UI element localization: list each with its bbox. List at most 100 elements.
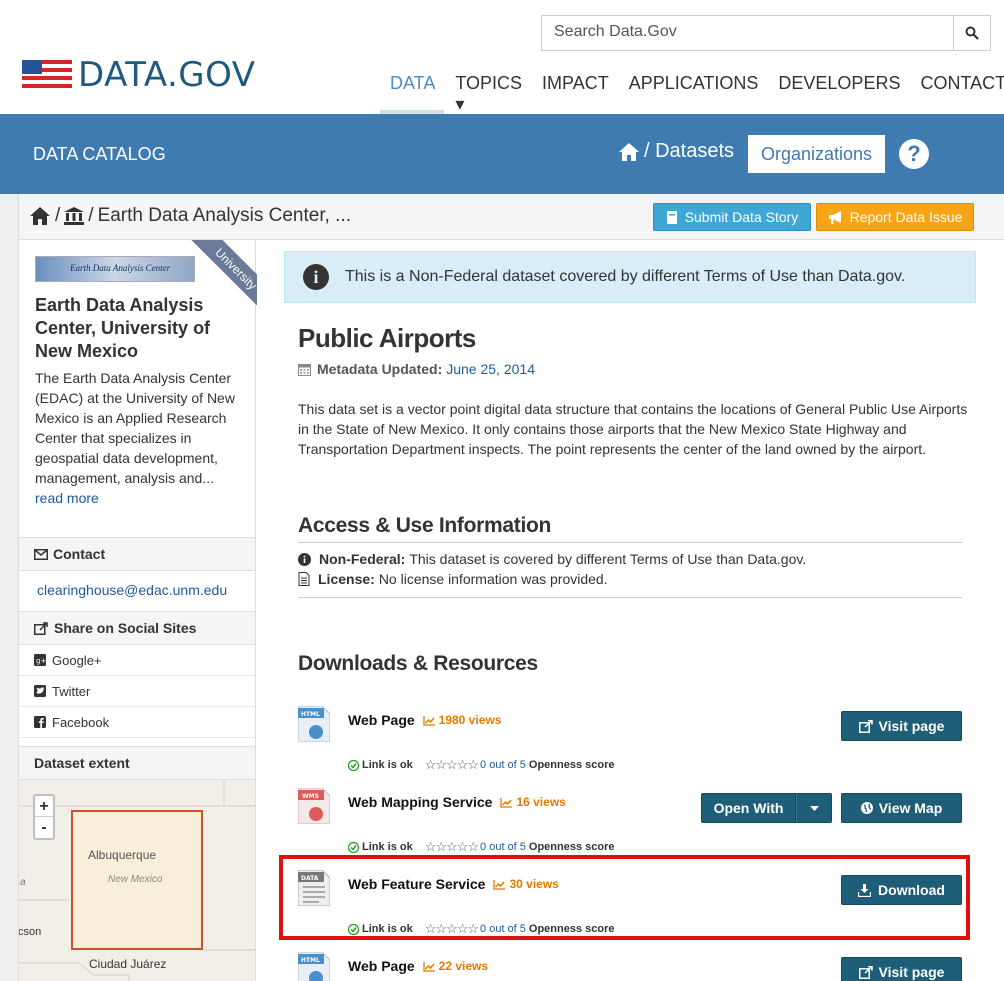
link-status: Link is ok [362, 841, 413, 853]
html-format-icon: HTML [298, 952, 330, 981]
notice-text: This is a Non-Federal dataset covered by… [345, 268, 906, 285]
non-federal-text: This dataset is covered by different Ter… [409, 551, 807, 567]
contact-heading-label: Contact [53, 546, 106, 562]
map-label-ciudad-juarez: Ciudad Juárez [89, 957, 167, 971]
view-map-label: View Map [878, 800, 943, 816]
svg-text:WMS: WMS [302, 793, 319, 800]
breadcrumb-org[interactable]: Earth Data Analysis Center, ... [98, 205, 351, 227]
map-label-albuquerque: Albuquerque [88, 848, 157, 862]
contact-email-link[interactable]: clearinghouse@edac.unm.edu [37, 582, 227, 598]
nav-data[interactable]: DATA [390, 73, 435, 115]
search-input[interactable]: Search Data.Gov [541, 15, 954, 51]
contact-heading: Contact [19, 537, 255, 571]
resource-title[interactable]: Web Page 22 views [348, 958, 488, 974]
dataset-extent-map[interactable]: Albuquerque New Mexico Ciudad Juárez cso… [19, 780, 255, 981]
access-use-heading: Access & Use Information [298, 514, 552, 537]
nav-developers[interactable]: DEVELOPERS [778, 73, 900, 115]
nav-applications[interactable]: APPLICATIONS [629, 73, 759, 115]
visit-page-label: Visit page [878, 718, 945, 734]
zoom-in-button[interactable]: + [35, 796, 53, 817]
googleplus-icon: g+ [34, 654, 46, 666]
datasets-link[interactable]: / Datasets [644, 140, 734, 163]
share-googleplus[interactable]: g+ Google+ [19, 645, 255, 676]
share-icon [34, 621, 48, 635]
resource-status: Link is ok ☆☆☆☆☆ 0 out of 5 Openness sco… [348, 757, 615, 773]
map-label-fragment: a [20, 877, 26, 888]
check-circle-icon [348, 841, 359, 853]
breadcrumb-sep: / [88, 205, 94, 226]
resource-title[interactable]: Web Page 1980 views [348, 712, 501, 728]
datagov-logo[interactable]: DATA.GOV [22, 58, 256, 92]
divider [298, 542, 962, 543]
read-more-link[interactable]: read more [35, 490, 99, 506]
breadcrumb-sep: / [55, 205, 61, 226]
metadata-updated: Metadata Updated: June 25, 2014 [298, 361, 535, 377]
bullhorn-icon [828, 210, 841, 224]
sidebar: Earth Data Analysis Center University Ea… [18, 240, 257, 981]
external-link-icon [858, 719, 873, 733]
submit-data-story-button[interactable]: Submit Data Story [653, 203, 811, 231]
breadcrumb: / / Earth Data Analysis Center, ... [29, 205, 351, 227]
file-icon [298, 572, 310, 586]
openness-stars: ☆☆☆☆☆ [424, 757, 479, 772]
nav-impact[interactable]: IMPACT [542, 73, 609, 115]
share-heading: Share on Social Sites [19, 611, 255, 645]
resource-title-text: Web Page [348, 712, 415, 728]
share-twitter[interactable]: Twitter [19, 676, 255, 707]
organization-name[interactable]: Earth Data Analysis Center, University o… [35, 294, 249, 363]
dataset-extent-heading: Dataset extent [19, 746, 255, 780]
view-map-button[interactable]: View Map [841, 793, 962, 823]
facebook-label: Facebook [52, 714, 110, 730]
visit-page-button[interactable]: Visit page [841, 711, 962, 741]
info-icon [298, 552, 311, 566]
home-icon[interactable] [29, 206, 51, 226]
logo-text: DATA.GOV [78, 55, 256, 95]
page-title: Public Airports [298, 323, 476, 353]
envelope-icon [34, 548, 48, 560]
report-data-issue-button[interactable]: Report Data Issue [816, 203, 974, 231]
nav-topics[interactable]: TOPICS ▾ [455, 73, 522, 115]
openness-label: Openness score [528, 841, 615, 853]
organization-logo[interactable]: Earth Data Analysis Center [35, 256, 195, 282]
link-status: Link is ok [362, 759, 413, 771]
trend-icon [500, 797, 513, 808]
open-with-button[interactable]: Open With [701, 793, 796, 823]
site-header: Search Data.Gov DATA.GOV DATA TOPICS ▾ I… [0, 0, 1004, 114]
highlight-box [279, 855, 970, 940]
institution-icon[interactable] [64, 207, 85, 225]
wms-format-icon: WMS [298, 788, 330, 824]
organization-description: The Earth Data Analysis Center (EDAC) at… [35, 368, 245, 508]
breadcrumb-bar: / / Earth Data Analysis Center, ... Subm… [18, 194, 1004, 240]
external-link-icon [858, 965, 873, 979]
map-label-tucson: cson [19, 926, 42, 938]
main-nav: DATA TOPICS ▾ IMPACT APPLICATIONS DEVELO… [380, 73, 1004, 115]
html-format-icon: HTML [298, 706, 330, 742]
twitter-label: Twitter [52, 683, 91, 699]
dataset-description: This data set is a vector point digital … [298, 401, 968, 457]
non-federal-notice: i This is a Non-Federal dataset covered … [284, 251, 976, 303]
help-icon[interactable]: ? [899, 139, 929, 169]
share-facebook[interactable]: Facebook [19, 707, 255, 738]
catalog-title[interactable]: DATA CATALOG [33, 144, 166, 165]
divider [298, 597, 962, 598]
book-icon [666, 210, 677, 224]
zoom-out-button[interactable]: - [35, 817, 53, 838]
organizations-button[interactable]: Organizations [748, 135, 885, 173]
visit-page-button[interactable]: Visit page [841, 957, 962, 981]
submit-data-story-label: Submit Data Story [684, 209, 799, 225]
open-with-dropdown[interactable] [796, 793, 832, 823]
license-text: No license information was provided. [378, 571, 608, 587]
search-button[interactable] [953, 15, 991, 51]
metadata-date: June 25, 2014 [446, 361, 535, 377]
googleplus-label: Google+ [52, 652, 102, 668]
check-circle-icon [348, 759, 359, 771]
resource-views: 16 views [500, 795, 566, 809]
resource-views: 22 views [423, 959, 488, 973]
visit-page-label: Visit page [878, 964, 945, 980]
downloads-resources-heading: Downloads & Resources [298, 652, 538, 675]
resource-title[interactable]: Web Mapping Service 16 views [348, 794, 566, 810]
nav-contact[interactable]: CONTACT [920, 73, 1004, 115]
home-icon[interactable] [618, 142, 640, 162]
non-federal-label: Non-Federal: [319, 551, 406, 567]
openness-score: 0 out of 5 [480, 841, 526, 853]
